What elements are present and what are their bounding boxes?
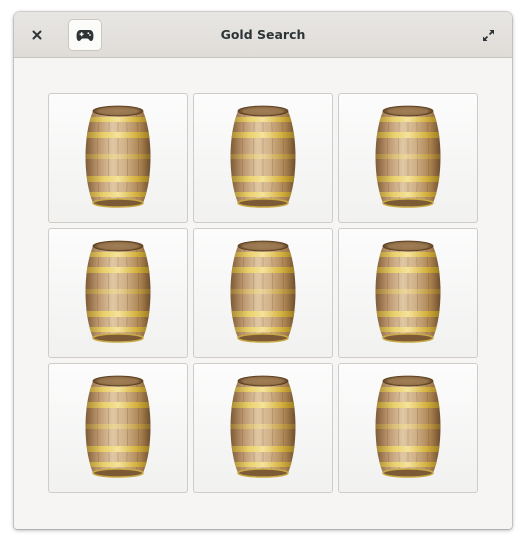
barrel-tile-3[interactable] [338, 93, 478, 223]
barrel-icon [80, 375, 156, 481]
barrel-icon [225, 375, 301, 481]
barrel-icon [80, 105, 156, 211]
barrel-tile-9[interactable] [338, 363, 478, 493]
barrel-tile-2[interactable] [193, 93, 333, 223]
barrel-icon [370, 105, 446, 211]
fullscreen-icon [482, 29, 494, 41]
game-window: Gold Search [14, 12, 512, 529]
barrel-tile-8[interactable] [193, 363, 333, 493]
barrel-grid [48, 93, 478, 493]
barrel-tile-1[interactable] [48, 93, 188, 223]
gamepad-icon [76, 29, 94, 41]
game-menu-button[interactable] [68, 19, 102, 51]
barrel-icon [370, 375, 446, 481]
barrel-tile-4[interactable] [48, 228, 188, 358]
fullscreen-button[interactable] [476, 23, 500, 47]
barrel-icon [80, 240, 156, 346]
barrel-tile-6[interactable] [338, 228, 478, 358]
close-button[interactable] [24, 22, 50, 48]
barrel-tile-5[interactable] [193, 228, 333, 358]
headerbar: Gold Search [14, 12, 512, 58]
close-icon [32, 30, 42, 40]
barrel-icon [225, 105, 301, 211]
barrel-tile-7[interactable] [48, 363, 188, 493]
barrel-icon [370, 240, 446, 346]
barrel-icon [225, 240, 301, 346]
